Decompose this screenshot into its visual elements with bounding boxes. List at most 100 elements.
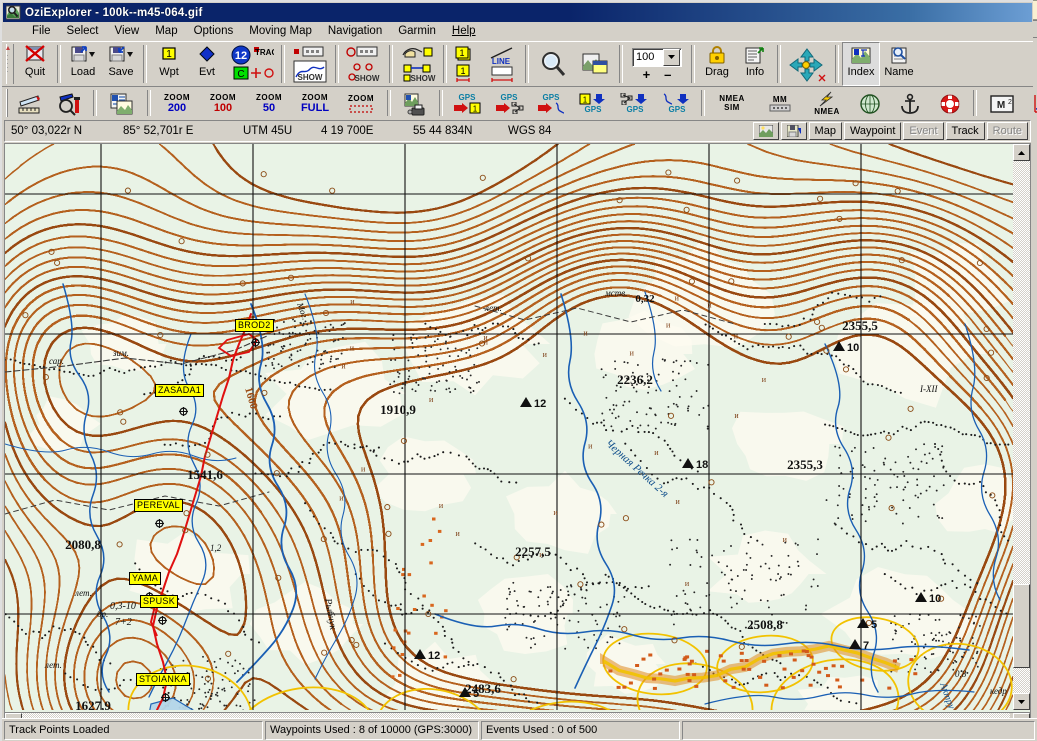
- coord-image-button[interactable]: [753, 122, 779, 140]
- waypoint-brod2-marker[interactable]: [251, 338, 260, 347]
- menu-help[interactable]: Help: [444, 23, 484, 39]
- zoom-out-button[interactable]: –: [664, 69, 671, 81]
- menu-options[interactable]: Options: [186, 23, 242, 39]
- menu-navigation[interactable]: Navigation: [320, 23, 390, 39]
- zoom-full-button[interactable]: ZOOM FULL: [292, 87, 338, 119]
- profile-button[interactable]: [1024, 87, 1037, 119]
- waypoint-pereval-marker[interactable]: [155, 519, 164, 528]
- svg-text:10: 10: [847, 342, 859, 354]
- map-vertical-scrollbar[interactable]: [1013, 144, 1030, 710]
- track-button[interactable]: Track: [946, 122, 985, 140]
- waypoint-spusk-marker[interactable]: [158, 616, 167, 625]
- zoom-combo[interactable]: 100: [632, 48, 682, 67]
- map-view[interactable]: ииииииииииииииииииииииииии 10 12 18 10 5 7 12 5…: [4, 143, 1031, 713]
- svg-text:1: 1: [460, 66, 465, 76]
- svg-text:и: и: [583, 329, 588, 338]
- zoom-50-button[interactable]: ZOOM 50: [246, 87, 292, 119]
- menu-map[interactable]: Map: [147, 23, 185, 39]
- compass-icon: [859, 93, 881, 115]
- anchor-button[interactable]: [890, 87, 930, 119]
- menu-view[interactable]: View: [107, 23, 148, 39]
- menu-garmin[interactable]: Garmin: [390, 23, 444, 39]
- waypoint-brod2[interactable]: BROD2: [235, 319, 274, 332]
- waypoint-zasada1-marker[interactable]: [179, 407, 188, 416]
- vscroll-thumb[interactable]: [1013, 584, 1030, 668]
- waypoint-list-button[interactable]: 1 1: [450, 42, 484, 86]
- name-button[interactable]: Name: [880, 42, 918, 86]
- gps-get-waypoints-button[interactable]: GPS 1: [446, 87, 488, 119]
- waypoint-zasada1[interactable]: ZASADA1: [155, 384, 204, 397]
- track-show-icon: SHOW: [292, 45, 328, 85]
- svg-text:0,3-10: 0,3-10: [110, 601, 136, 612]
- drag-button[interactable]: Drag: [698, 42, 736, 86]
- menu-select[interactable]: Select: [59, 23, 107, 39]
- index-button[interactable]: Index: [842, 42, 880, 86]
- gps-send-routes-button[interactable]: GPS: [614, 87, 656, 119]
- gps-get-tracks-button[interactable]: GPS: [530, 87, 572, 119]
- zoom-in-button[interactable]: +: [643, 69, 651, 81]
- svg-text:12: 12: [235, 50, 247, 62]
- gps-get-routes-button[interactable]: GPS: [488, 87, 530, 119]
- svg-text:2236,2: 2236,2: [617, 372, 653, 387]
- scroll-up-button[interactable]: [1013, 144, 1030, 161]
- waypoint-spusk[interactable]: SPUSK: [140, 595, 178, 608]
- waypoint-stoianka[interactable]: STOIANKA: [136, 673, 190, 686]
- moving-map-button[interactable]: MM: [756, 87, 804, 119]
- nmea-sim-button[interactable]: NMEA SIM: [708, 87, 756, 119]
- quit-button[interactable]: Quit: [16, 42, 54, 86]
- coord-save-button[interactable]: [781, 122, 807, 140]
- svg-text:1: 1: [166, 49, 172, 60]
- area-button[interactable]: M 2: [980, 87, 1024, 119]
- waypoint-button[interactable]: Waypoint: [844, 122, 901, 140]
- waypoint-stoianka-marker[interactable]: [161, 693, 170, 702]
- toolbar-separator: [973, 90, 977, 116]
- zoom-100-button[interactable]: ZOOM 100: [200, 87, 246, 119]
- svg-text:и: и: [361, 464, 366, 473]
- gps-send-tracks-button[interactable]: GPS: [656, 87, 698, 119]
- gps-label-6: GPS: [669, 105, 686, 114]
- topographic-map-canvas[interactable]: ииииииииииииииииииииииииии 1012181057125…: [5, 144, 1013, 710]
- pan-button[interactable]: [784, 42, 832, 86]
- lifering-button[interactable]: [930, 87, 970, 119]
- compass-button[interactable]: [850, 87, 890, 119]
- svg-text:сар.: сар.: [49, 356, 64, 366]
- gps-send-waypoints-button[interactable]: 1 GPS: [572, 87, 614, 119]
- chevron-down-icon[interactable]: [663, 49, 680, 66]
- waypoint-yama[interactable]: YAMA: [129, 572, 161, 585]
- route-show-button[interactable]: SHOW: [342, 42, 386, 86]
- print-map-button[interactable]: [394, 87, 436, 119]
- map-copy-button[interactable]: [574, 42, 616, 86]
- svg-text:5: 5: [871, 619, 877, 631]
- svg-text:и: и: [676, 497, 681, 506]
- map-features-button[interactable]: SHOW: [396, 42, 440, 86]
- svg-text:M: M: [997, 100, 1005, 111]
- find-button[interactable]: [532, 42, 574, 86]
- info-button[interactable]: Info: [736, 42, 774, 86]
- map-button[interactable]: Map: [809, 122, 842, 140]
- svg-text:2080,8: 2080,8: [65, 537, 101, 552]
- menu-moving-map[interactable]: Moving Map: [241, 23, 320, 39]
- line-tool-button[interactable]: LINE: [484, 42, 522, 86]
- toolbar-separator: [835, 45, 839, 83]
- waypoint-pereval[interactable]: PEREVAL: [134, 499, 183, 512]
- lifering-icon: [939, 93, 961, 115]
- toolbar-grip[interactable]: [6, 44, 14, 84]
- waypoint-button[interactable]: 1 Wpt: [150, 42, 188, 86]
- comment-button[interactable]: 12 C TRACK: [226, 42, 278, 86]
- save-button[interactable]: Save: [102, 42, 140, 86]
- toolbar-grip-2[interactable]: [6, 89, 8, 117]
- scroll-down-button[interactable]: [1013, 693, 1030, 710]
- event-button[interactable]: Evt: [188, 42, 226, 86]
- event-button: Event: [903, 122, 943, 140]
- coordinate-bar: 50° 03,022r N 85° 52,701r E UTM 45U 4 19…: [4, 120, 1031, 142]
- track-show-button[interactable]: SHOW: [288, 42, 332, 86]
- map-list-button[interactable]: [100, 87, 144, 119]
- map-canvas-clip[interactable]: ииииииииииииииииииииииииии 10 12 18 10 5 7 12 5…: [5, 144, 1013, 710]
- menu-file[interactable]: File: [24, 23, 59, 39]
- nmea-button[interactable]: NMEA: [804, 87, 850, 119]
- zoom-200-button[interactable]: ZOOM 200: [154, 87, 200, 119]
- zoom-window-button[interactable]: ZOOM: [338, 87, 384, 119]
- ruler-button[interactable]: [10, 87, 50, 119]
- calibrate-button[interactable]: [50, 87, 90, 119]
- load-button[interactable]: Load: [64, 42, 102, 86]
